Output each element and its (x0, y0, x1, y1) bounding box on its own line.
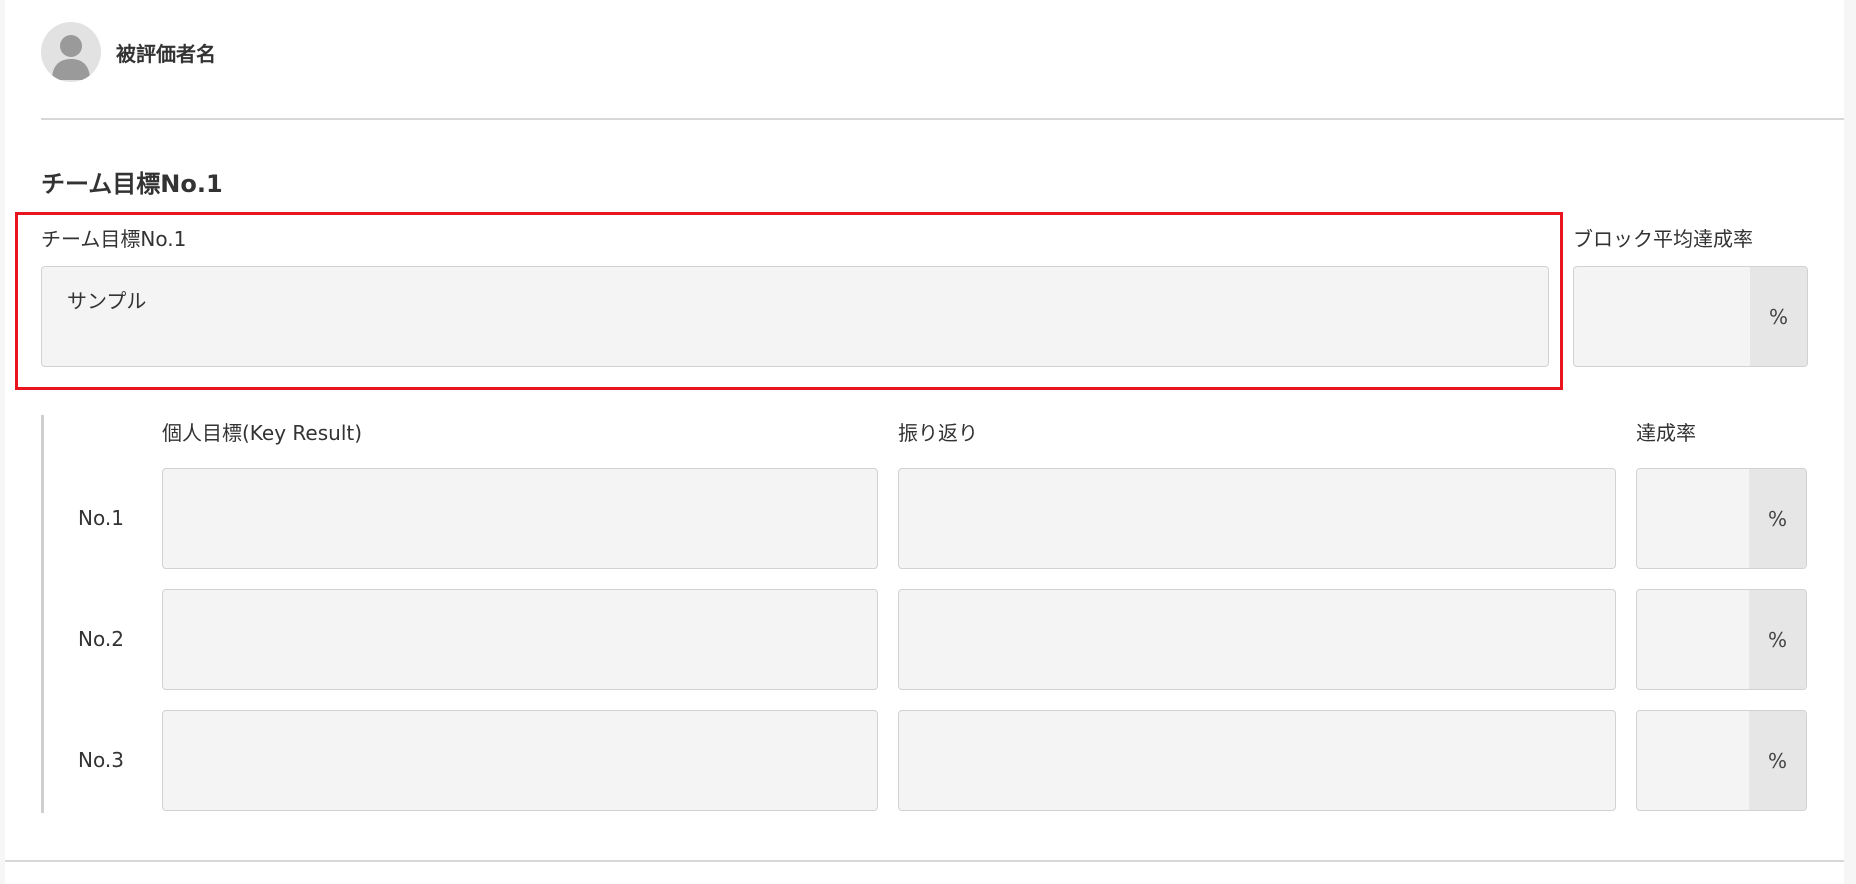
team-goal-value: サンプル (67, 289, 147, 313)
reflection-field[interactable] (898, 468, 1616, 569)
key-result-header: 個人目標(Key Result) (162, 421, 363, 445)
achievement-field[interactable]: % (1636, 468, 1807, 569)
achievement-value (1637, 711, 1749, 810)
section-divider (5, 860, 1844, 862)
page-margin (1844, 0, 1856, 884)
user-avatar-icon (41, 22, 101, 82)
percent-unit: % (1749, 711, 1806, 810)
achievement-header: 達成率 (1636, 421, 1696, 445)
percent-unit: % (1749, 469, 1806, 568)
block-average-field[interactable]: % (1573, 266, 1808, 367)
row-label: No.1 (78, 506, 124, 530)
achievement-value (1637, 469, 1749, 568)
block-average-label: ブロック平均達成率 (1573, 227, 1753, 251)
key-result-field[interactable] (162, 589, 878, 690)
key-result-field[interactable] (162, 710, 878, 811)
header-divider (41, 118, 1844, 120)
team-goal-label: チーム目標No.1 (41, 227, 187, 251)
team-goal-field[interactable]: サンプル (41, 266, 1549, 367)
evaluatee-name: 被評価者名 (116, 41, 216, 66)
block-average-value (1574, 267, 1750, 366)
achievement-value (1637, 590, 1749, 689)
key-result-field[interactable] (162, 468, 878, 569)
reflection-header: 振り返り (898, 421, 978, 445)
percent-unit: % (1750, 267, 1807, 366)
section-title: チーム目標No.1 (41, 170, 223, 198)
reflection-field[interactable] (898, 710, 1616, 811)
key-result-block-bar (41, 415, 44, 813)
achievement-field[interactable]: % (1636, 589, 1807, 690)
row-label: No.3 (78, 748, 124, 772)
reflection-field[interactable] (898, 589, 1616, 690)
evaluatee-header: 被評価者名 (41, 22, 216, 82)
row-label: No.2 (78, 627, 124, 651)
percent-unit: % (1749, 590, 1806, 689)
achievement-field[interactable]: % (1636, 710, 1807, 811)
